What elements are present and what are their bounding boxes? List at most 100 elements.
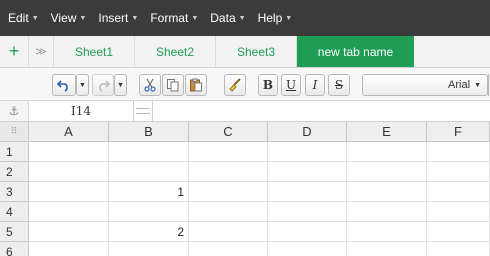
column-header-f[interactable]: F (427, 122, 490, 142)
undo-button[interactable] (52, 74, 76, 96)
cell-b1[interactable] (109, 142, 189, 162)
cell-d5[interactable] (268, 222, 347, 242)
cell-e4[interactable] (347, 202, 427, 222)
cell-a3[interactable] (29, 182, 109, 202)
underline-label: U (285, 78, 297, 92)
bold-label: B (262, 78, 274, 92)
cell-f5[interactable] (427, 222, 490, 242)
cell-c6[interactable] (189, 242, 268, 256)
chevron-down-icon: ▼ (191, 14, 199, 22)
menu-edit-label: Edit (8, 11, 29, 25)
menu-help[interactable]: Help ▼ (258, 11, 293, 25)
copy-button[interactable] (162, 74, 184, 96)
cell-a4[interactable] (29, 202, 109, 222)
column-header-d[interactable]: D (268, 122, 347, 142)
cell-c4[interactable] (189, 202, 268, 222)
cell-d3[interactable] (268, 182, 347, 202)
cell-c1[interactable] (189, 142, 268, 162)
menu-insert[interactable]: Insert ▼ (98, 11, 138, 25)
paste-button[interactable] (185, 74, 207, 96)
strike-label: S (334, 78, 344, 92)
cell-c3[interactable] (189, 182, 268, 202)
strikethrough-button[interactable]: S (328, 74, 350, 96)
sheet-tab-bar: + ≫ Sheet1 Sheet2 Sheet3 new tab name (0, 36, 490, 68)
italic-label: I (312, 78, 318, 92)
cell-f3[interactable] (427, 182, 490, 202)
menu-format-label: Format (150, 11, 189, 25)
cell-b4[interactable] (109, 202, 189, 222)
row-header-1[interactable]: 1 (0, 142, 29, 162)
cell-a2[interactable] (29, 162, 109, 182)
cell-f1[interactable] (427, 142, 490, 162)
row-header-6[interactable]: 6 (0, 242, 29, 256)
font-family-value: Arial (448, 79, 471, 91)
cell-e2[interactable] (347, 162, 427, 182)
column-header-a[interactable]: A (29, 122, 109, 142)
tab-label: Sheet2 (155, 44, 195, 59)
cell-b3[interactable]: 1 (109, 182, 189, 202)
cell-c5[interactable] (189, 222, 268, 242)
cell-d1[interactable] (268, 142, 347, 162)
anchor-icon[interactable]: ⚓ (0, 101, 29, 121)
cell-d2[interactable] (268, 162, 347, 182)
tab-label: new tab name (317, 44, 394, 59)
cell-f4[interactable] (427, 202, 490, 222)
tab-new-tab-name[interactable]: new tab name (297, 36, 414, 67)
cell-b5[interactable]: 2 (109, 222, 189, 242)
cell-e6[interactable] (347, 242, 427, 256)
menu-edit[interactable]: Edit ▼ (8, 11, 39, 25)
plus-icon: + (8, 41, 20, 61)
cell-e3[interactable] (347, 182, 427, 202)
column-header-c[interactable]: C (189, 122, 268, 142)
menu-format[interactable]: Format ▼ (150, 11, 198, 25)
cell-a5[interactable] (29, 222, 109, 242)
cell-e1[interactable] (347, 142, 427, 162)
menu-view[interactable]: View ▼ (51, 11, 87, 25)
cell-b6[interactable] (109, 242, 189, 256)
cut-button[interactable] (139, 74, 161, 96)
redo-dropdown-button[interactable]: ▼ (114, 74, 127, 96)
paintbrush-icon (229, 78, 241, 92)
tab-sheet2[interactable]: Sheet2 (135, 36, 216, 67)
font-family-select[interactable]: Arial ▼ (362, 74, 488, 96)
redo-icon (99, 80, 110, 92)
paste-icon (190, 78, 202, 92)
row-header-3[interactable]: 3 (0, 182, 29, 202)
menu-help-label: Help (257, 11, 283, 25)
tab-sheet1[interactable]: Sheet1 (54, 36, 135, 67)
row-header-4[interactable]: 4 (0, 202, 29, 222)
cell-a6[interactable] (29, 242, 109, 256)
undo-dropdown-button[interactable]: ▼ (76, 74, 89, 96)
column-header-b[interactable]: B (109, 122, 189, 142)
cell-reference-box[interactable]: I14 (29, 101, 133, 121)
cell-d6[interactable] (268, 242, 347, 256)
cell-f2[interactable] (427, 162, 490, 182)
grid-dots-icon[interactable]: ⠿ (0, 122, 29, 142)
chevron-down-icon: ▼ (31, 14, 39, 22)
copy-icon (167, 79, 179, 92)
sheet-list-button[interactable]: ≫ (29, 36, 54, 67)
redo-button[interactable] (92, 74, 114, 96)
format-painter-button[interactable] (224, 74, 246, 96)
underline-button[interactable]: U (281, 74, 301, 96)
column-header-e[interactable]: E (347, 122, 427, 142)
cell-d4[interactable] (268, 202, 347, 222)
tab-sheet3[interactable]: Sheet3 (216, 36, 297, 67)
add-sheet-button[interactable]: + (0, 36, 29, 67)
scissors-icon (144, 78, 156, 92)
chevron-down-icon: ▼ (238, 14, 246, 22)
cell-b2[interactable] (109, 162, 189, 182)
menu-data[interactable]: Data ▼ (210, 11, 245, 25)
undo-icon (57, 80, 68, 92)
italic-button[interactable]: I (305, 74, 325, 96)
row-header-5[interactable]: 5 (0, 222, 29, 242)
cell-a1[interactable] (29, 142, 109, 162)
toolbar: ▼ ▼ B U I S Arial ▼ (0, 68, 490, 101)
chevron-down-icon: ▼ (474, 81, 481, 89)
cell-e5[interactable] (347, 222, 427, 242)
cell-c2[interactable] (189, 162, 268, 182)
cell-f6[interactable] (427, 242, 490, 256)
bold-button[interactable]: B (258, 74, 278, 96)
menu-bar: Edit ▼ View ▼ Insert ▼ Format ▼ Data ▼ Help ▼ (0, 0, 490, 36)
row-header-2[interactable]: 2 (0, 162, 29, 182)
